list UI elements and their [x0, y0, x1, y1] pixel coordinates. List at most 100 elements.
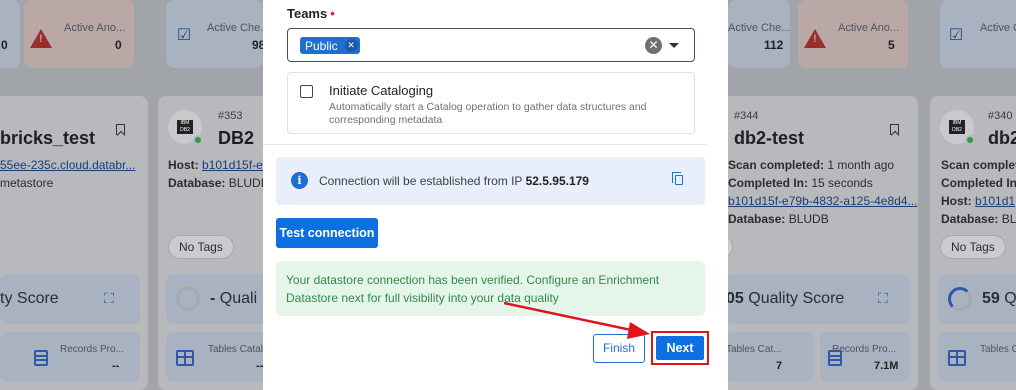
db2-logo: IBM DB2 — [168, 110, 203, 145]
status-dot — [965, 135, 975, 145]
quality-score-label: 05 Quality Score — [726, 290, 845, 307]
datastore-title: db2-test — [734, 128, 805, 148]
active-checks-tile[interactable]: Active Che... 112 — [728, 0, 790, 68]
warning-icon — [30, 29, 52, 48]
initiate-cataloging-description: Automatically start a Catalog operation … — [329, 101, 647, 126]
database-line: Database: BLUDB — [168, 176, 269, 190]
records-panel: Records Pro... 7.1M — [820, 332, 910, 382]
records-panel: Records Pro... -- — [0, 332, 140, 382]
records-label: Records Pro... — [60, 344, 124, 355]
metastore-value: metastore — [0, 176, 54, 190]
active-checks-tile[interactable]: ☑ Active Che... 98 — [166, 0, 269, 68]
datastore-card[interactable]: bricks_test 55ee-235c.cloud.databr... me… — [0, 96, 148, 390]
success-message: Your datastore connection has been verif… — [286, 273, 660, 305]
datastore-card[interactable]: IBM DB2 #340 db2 Scan complet Completed I… — [930, 96, 1016, 390]
active-anomalies-tile[interactable]: Active Ano... 0 — [24, 0, 134, 68]
datastore-id: #340 — [988, 110, 1013, 122]
quality-score-panel: - Quali — [166, 274, 276, 324]
datastore-id: #344 — [734, 110, 759, 122]
records-label: Records Pro... — [832, 344, 896, 355]
host-line: b101d15f-e79b-4832-a125-4e8d4... — [728, 194, 918, 208]
initiate-cataloging-checkbox[interactable] — [300, 85, 313, 98]
tables-label: Tables Cat... — [726, 344, 782, 355]
stat-tile-value: 0 — [115, 38, 122, 52]
datastore-card[interactable]: #344 db2-test Scan completed: 1 month ag… — [698, 96, 918, 390]
stat-tile-value: 0 — [1, 38, 8, 52]
active-anomalies-tile[interactable]: Active Ano... 5 — [798, 0, 908, 68]
ip-address: 52.5.95.179 — [525, 174, 589, 188]
clear-selection-icon[interactable]: ✕ — [645, 37, 662, 54]
tables-panel: Tables Catalo... -- — [166, 332, 277, 382]
database-line: Database: BLU — [941, 212, 1016, 226]
hierarchy-icon[interactable]: ⛶ — [878, 290, 888, 307]
active-checks-tile[interactable]: ☑ Active Che... — [940, 0, 1016, 68]
test-connection-button[interactable]: Test connection — [276, 218, 378, 248]
teams-select[interactable]: Public ✕ ✕ — [287, 28, 695, 62]
status-dot — [193, 135, 203, 145]
host-line: Host: b101d15f-e7 — [168, 158, 270, 172]
completed-line: Completed In — [941, 176, 1016, 190]
scan-line: Scan complet — [941, 158, 1016, 172]
stat-tile-value: 5 — [888, 38, 895, 52]
stat-tile-label: Active Che... — [980, 22, 1016, 34]
warning-icon — [804, 29, 826, 48]
next-button-highlight: Next — [651, 331, 709, 365]
tables-value: 7 — [776, 360, 783, 372]
chevron-down-icon[interactable] — [669, 43, 679, 48]
hierarchy-icon[interactable]: ⛶ — [104, 290, 114, 307]
host-value: 55ee-235c.cloud.databr... — [0, 158, 136, 172]
info-icon: i — [291, 172, 308, 189]
finish-button[interactable]: Finish — [593, 334, 645, 363]
datastore-title: db2 — [988, 128, 1016, 148]
database-line: Database: BLUDB — [728, 212, 829, 226]
stat-tile-value: 112 — [764, 38, 784, 52]
datastore-title: DB2 — [218, 128, 255, 148]
quality-ring — [948, 287, 972, 311]
check-square-icon: ☑ — [948, 27, 964, 44]
initiate-cataloging-option[interactable]: Initiate Cataloging Automatically start … — [287, 72, 695, 134]
quality-score-label: - Quali — [210, 290, 258, 307]
scan-line: Scan completed: 1 month ago — [728, 158, 895, 172]
datastore-title: bricks_test — [0, 128, 96, 148]
quality-score-panel: 05 Quality Score ⛶ — [726, 274, 910, 324]
stat-tile: 0 — [0, 0, 20, 68]
initiate-cataloging-title: Initiate Cataloging — [329, 83, 434, 98]
tables-panel: Tables Cata... — [938, 332, 1016, 382]
bookmark-icon[interactable] — [890, 124, 899, 135]
datastore-id: #353 — [218, 110, 243, 122]
records-icon — [34, 350, 48, 366]
table-icon — [176, 350, 194, 366]
table-icon — [948, 350, 966, 366]
connection-ip-notice: i Connection will be established from IP… — [276, 157, 705, 205]
teams-label: Teams • — [287, 6, 335, 21]
remove-chip-icon[interactable]: ✕ — [344, 39, 358, 52]
next-button[interactable]: Next — [656, 336, 704, 360]
quality-ring — [176, 287, 200, 311]
stat-tile-label: Active Che... — [207, 22, 270, 34]
tag-badge[interactable]: No Tags — [940, 235, 1006, 259]
tables-label: Tables Cata... — [980, 344, 1016, 355]
stat-tile-label: Active Che... — [728, 22, 791, 34]
records-value: -- — [112, 360, 120, 372]
section-divider — [263, 144, 706, 145]
host-line: Host: b101d1 — [941, 194, 1016, 208]
copy-icon[interactable] — [672, 172, 683, 185]
tables-panel: Tables Cat... 7 — [726, 332, 814, 382]
db2-logo: IBM DB2 — [940, 110, 975, 145]
quality-score-panel: ty Score ⛶ — [0, 274, 140, 324]
connection-ip-text: Connection will be established from IP 5… — [319, 174, 589, 188]
team-chip-public[interactable]: Public ✕ — [300, 37, 360, 54]
check-square-icon: ☑ — [176, 27, 192, 44]
required-mark: • — [330, 6, 335, 21]
quality-score-label: ty Score — [0, 290, 59, 307]
stat-tile-label: Active Ano... — [838, 22, 900, 34]
stat-tile-label: Active Ano... — [64, 22, 126, 34]
completed-line: Completed In: 15 seconds — [728, 176, 873, 190]
tag-badge[interactable]: No Tags — [168, 235, 234, 259]
records-value: 7.1M — [874, 360, 899, 372]
success-alert: Your datastore connection has been verif… — [276, 261, 705, 316]
bookmark-icon[interactable] — [116, 124, 125, 135]
team-chip-label: Public — [305, 39, 338, 53]
quality-score-panel: 59 Quality — [938, 274, 1016, 324]
add-datastore-modal: Teams • Public ✕ ✕ Initiate Cataloging Au… — [263, 0, 728, 390]
